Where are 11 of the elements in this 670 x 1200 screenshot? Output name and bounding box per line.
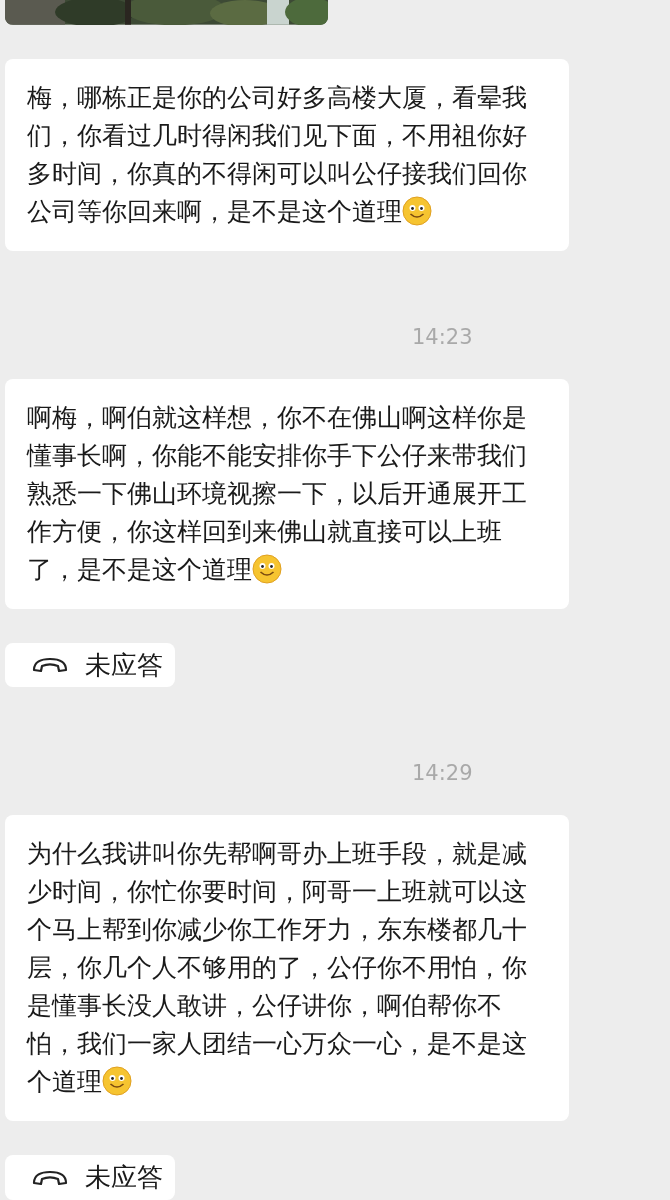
timestamp: 14:23 bbox=[412, 324, 473, 349]
call-status: 未应答 bbox=[85, 1161, 163, 1195]
missed-call-bubble[interactable]: 未应答 bbox=[5, 1155, 175, 1200]
missed-call-bubble[interactable]: 未应答 bbox=[5, 642, 175, 688]
phone-hangup-icon bbox=[31, 1168, 69, 1187]
message-text: 为什么我讲叫你先帮啊哥办上班手段，就是减少时间，你忙你要时间，阿哥一上班就可以这个马上帮到你减少你工作牙力，东东楼都几十层，你几个人不够用的了，公仔你不用怕，你是懂事长没人敢讲，公仔讲你，啊伯帮你不怕，我们一家人团结一心万众一心，是不是这个道理 bbox=[27, 839, 527, 1097]
timestamp: 14:29 bbox=[412, 761, 473, 786]
phone-hangup-icon bbox=[31, 656, 69, 674]
call-status: 未应答 bbox=[85, 648, 163, 682]
message-text: 啊梅，啊伯就这样想，你不在佛山啊这样你是懂事长啊，你能不能安排你手下公仔来带我们熟悉一下佛山环境视擦一下，以后开通展开工作方便，你这样回到来佛山就直接可以上班了，是不是这个道理 bbox=[27, 402, 527, 584]
message-text: 梅，哪栋正是你的公司好多高楼大厦，看晕我们，你看过几时得闲我们见下面，不用祖你好多时间，你真的不得闲可以叫公仔接我们回你公司等你回来啊，是不是这个道理 bbox=[27, 82, 527, 226]
